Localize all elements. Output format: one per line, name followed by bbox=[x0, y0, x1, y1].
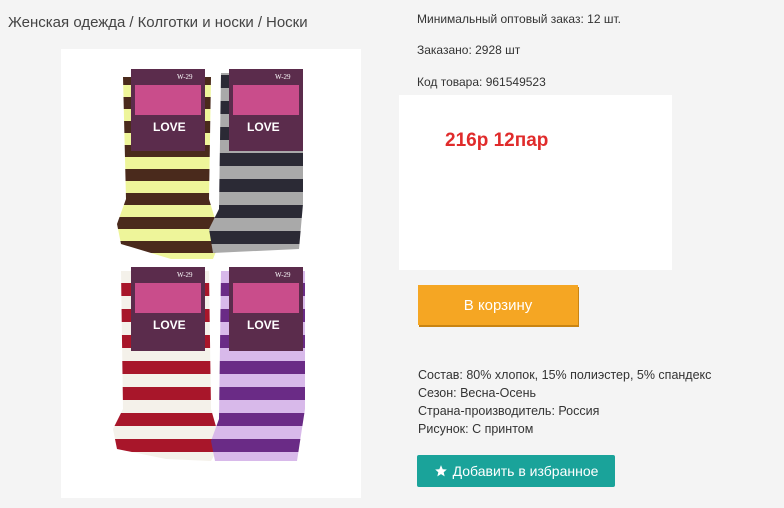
svg-text:LOVE: LOVE bbox=[153, 120, 186, 134]
breadcrumb-link-socks[interactable]: Носки bbox=[266, 14, 308, 31]
breadcrumb-separator: / bbox=[129, 14, 134, 31]
breadcrumb-separator: / bbox=[257, 14, 262, 31]
product-image[interactable]: LOVE W-29 LOVE W-29 LOVE W-29 LOVE W-29 bbox=[61, 49, 361, 498]
star-icon bbox=[434, 465, 447, 477]
price-text: 216р 12пар bbox=[445, 130, 549, 151]
svg-text:LOVE: LOVE bbox=[247, 120, 280, 134]
svg-text:W-29: W-29 bbox=[177, 73, 193, 81]
ordered-count-text: Заказано: 2928 шт bbox=[417, 43, 521, 57]
price-box: 216р 12пар bbox=[399, 95, 672, 270]
product-photo: LOVE W-29 LOVE W-29 LOVE W-29 LOVE W-29 bbox=[113, 69, 305, 461]
attribute-country: Страна-производитель: Россия bbox=[418, 404, 600, 418]
svg-text:LOVE: LOVE bbox=[153, 318, 186, 332]
favorites-label: Добавить в избранное bbox=[452, 463, 599, 479]
svg-text:LOVE: LOVE bbox=[247, 318, 280, 332]
breadcrumb-link-tights-socks[interactable]: Колготки и носки bbox=[138, 14, 254, 31]
svg-text:W-29: W-29 bbox=[275, 73, 291, 81]
breadcrumb-link-womens-clothing[interactable]: Женская одежда bbox=[8, 14, 125, 31]
svg-text:W-29: W-29 bbox=[275, 271, 291, 279]
product-attributes: Состав: 80% хлопок, 15% полиэстер, 5% сп… bbox=[418, 366, 711, 438]
breadcrumb: Женская одежда / Колготки и носки / Носки bbox=[8, 14, 308, 31]
add-to-favorites-button[interactable]: Добавить в избранное bbox=[417, 455, 615, 487]
add-to-cart-button[interactable]: В корзину bbox=[418, 285, 578, 325]
attribute-pattern: Рисунок: С принтом bbox=[418, 422, 534, 436]
svg-text:W-29: W-29 bbox=[177, 271, 193, 279]
sku-text: Код товара: 961549523 bbox=[417, 75, 546, 89]
min-order-text: Минимальный оптовый заказ: 12 шт. bbox=[417, 12, 621, 26]
attribute-season: Сезон: Весна-Осень bbox=[418, 386, 536, 400]
attribute-composition: Состав: 80% хлопок, 15% полиэстер, 5% сп… bbox=[418, 368, 712, 382]
